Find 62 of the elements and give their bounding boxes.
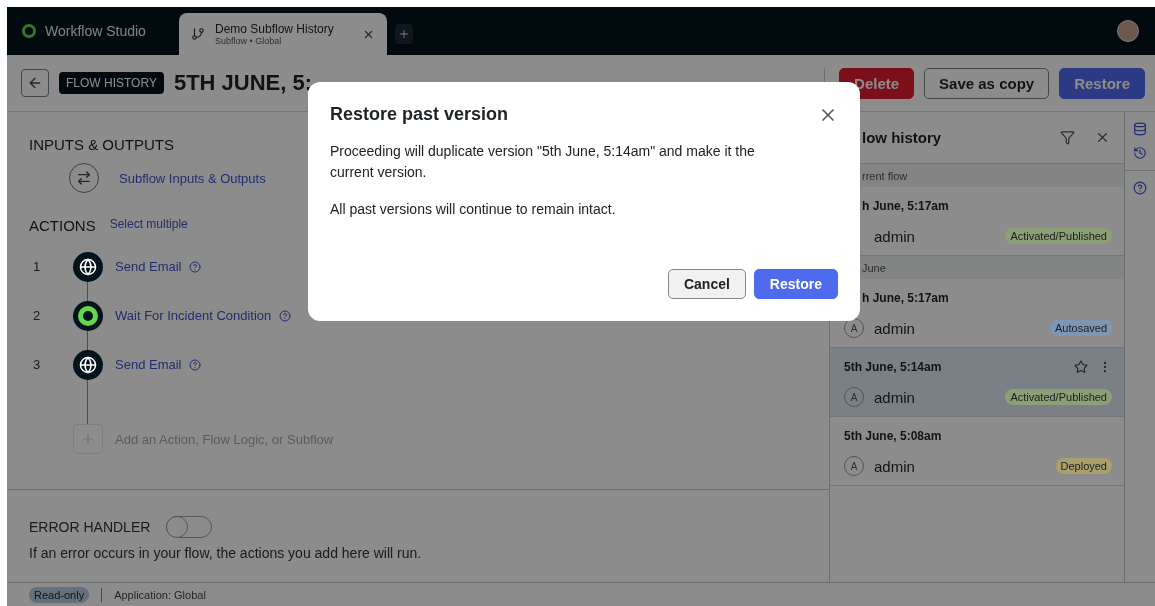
version-time: 5th June, 5:14am <box>844 360 943 374</box>
tab-subtitle: Subflow • Global <box>215 36 283 46</box>
user-name: admin <box>874 388 916 406</box>
read-only-tag: Read-only <box>29 586 90 603</box>
primary-button[interactable]: Restore <box>1059 67 1145 99</box>
close-icon[interactable] <box>1095 130 1110 145</box>
ring-icon <box>73 300 103 331</box>
group-label: rrent flow <box>862 169 908 182</box>
inputs-outputs-link[interactable]: Subflow Inputs & Outputs <box>119 170 266 186</box>
confirm-button[interactable]: Restore <box>753 269 838 299</box>
logo-icon <box>21 23 37 39</box>
step-number: 1 <box>32 259 42 274</box>
globe-icon <box>73 251 103 282</box>
filter-icon[interactable] <box>1060 130 1075 145</box>
status-tag: Activated/Published <box>1005 228 1112 244</box>
help-icon[interactable] <box>1133 181 1147 195</box>
help-icon[interactable] <box>189 358 202 371</box>
user-name: admin <box>874 227 916 245</box>
history-icon[interactable] <box>1133 146 1147 160</box>
step-number: 2 <box>32 308 42 323</box>
plus-icon <box>398 28 410 40</box>
new-tab-button[interactable] <box>395 24 413 44</box>
dialog-text: All past versions will continue to remain intact. <box>330 200 617 219</box>
group-label: June <box>862 261 886 274</box>
dialog-title: Restore past version <box>330 104 509 125</box>
star-icon[interactable] <box>1074 360 1088 374</box>
help-icon[interactable] <box>189 260 202 273</box>
section-heading: ACTIONS <box>29 217 96 234</box>
step-number: 3 <box>32 357 42 372</box>
globe-icon <box>73 349 103 380</box>
document-tab[interactable]: Demo Subflow History Subflow • Global <box>179 13 387 55</box>
database-icon[interactable] <box>1133 122 1147 136</box>
select-multiple-link[interactable]: Select multiple <box>109 217 188 231</box>
section-heading: INPUTS & OUTPUTS <box>29 136 174 153</box>
action-link[interactable]: Wait For Incident Condition <box>115 308 272 323</box>
version-title: 5TH JUNE, 5: <box>173 70 314 96</box>
user-name: admin <box>874 319 916 337</box>
flow-history-badge: FLOW HISTORY <box>59 72 164 94</box>
error-handler-label: ERROR HANDLER <box>29 519 151 535</box>
version-entry[interactable]: 5th June, 5:14am A admin Activated/Published <box>830 348 1124 417</box>
dialog-text: Proceeding will duplicate version "5th June, 5:14am" and make it the current version. <box>330 142 756 182</box>
version-time: h June, 5:17am <box>862 199 950 213</box>
app-name: Workflow Studio <box>45 23 146 39</box>
cancel-button[interactable]: Cancel <box>667 269 746 299</box>
version-time: h June, 5:17am <box>862 291 950 305</box>
status-tag: Activated/Published <box>1005 389 1112 405</box>
action-link[interactable]: Send Email <box>115 357 182 372</box>
error-handler-toggle[interactable] <box>166 516 213 538</box>
subflow-icon <box>191 27 205 41</box>
status-tag: Autosaved <box>1050 320 1112 336</box>
user-avatar[interactable] <box>1117 20 1139 42</box>
help-icon[interactable] <box>279 309 292 322</box>
panel-title: low history <box>862 129 943 146</box>
secondary-button[interactable]: Save as copy <box>924 67 1050 99</box>
user-name: admin <box>874 457 916 475</box>
version-time: 5th June, 5:08am <box>844 429 943 443</box>
application-label: Application: Global <box>114 588 206 601</box>
action-link[interactable]: Send Email <box>115 259 182 274</box>
status-tag: Deployed <box>1055 458 1112 474</box>
error-handler-description: If an error occurs in your flow, the actions you add here will run. <box>29 545 423 561</box>
tab-title: Demo Subflow History <box>215 22 335 36</box>
back-button[interactable] <box>21 69 49 97</box>
